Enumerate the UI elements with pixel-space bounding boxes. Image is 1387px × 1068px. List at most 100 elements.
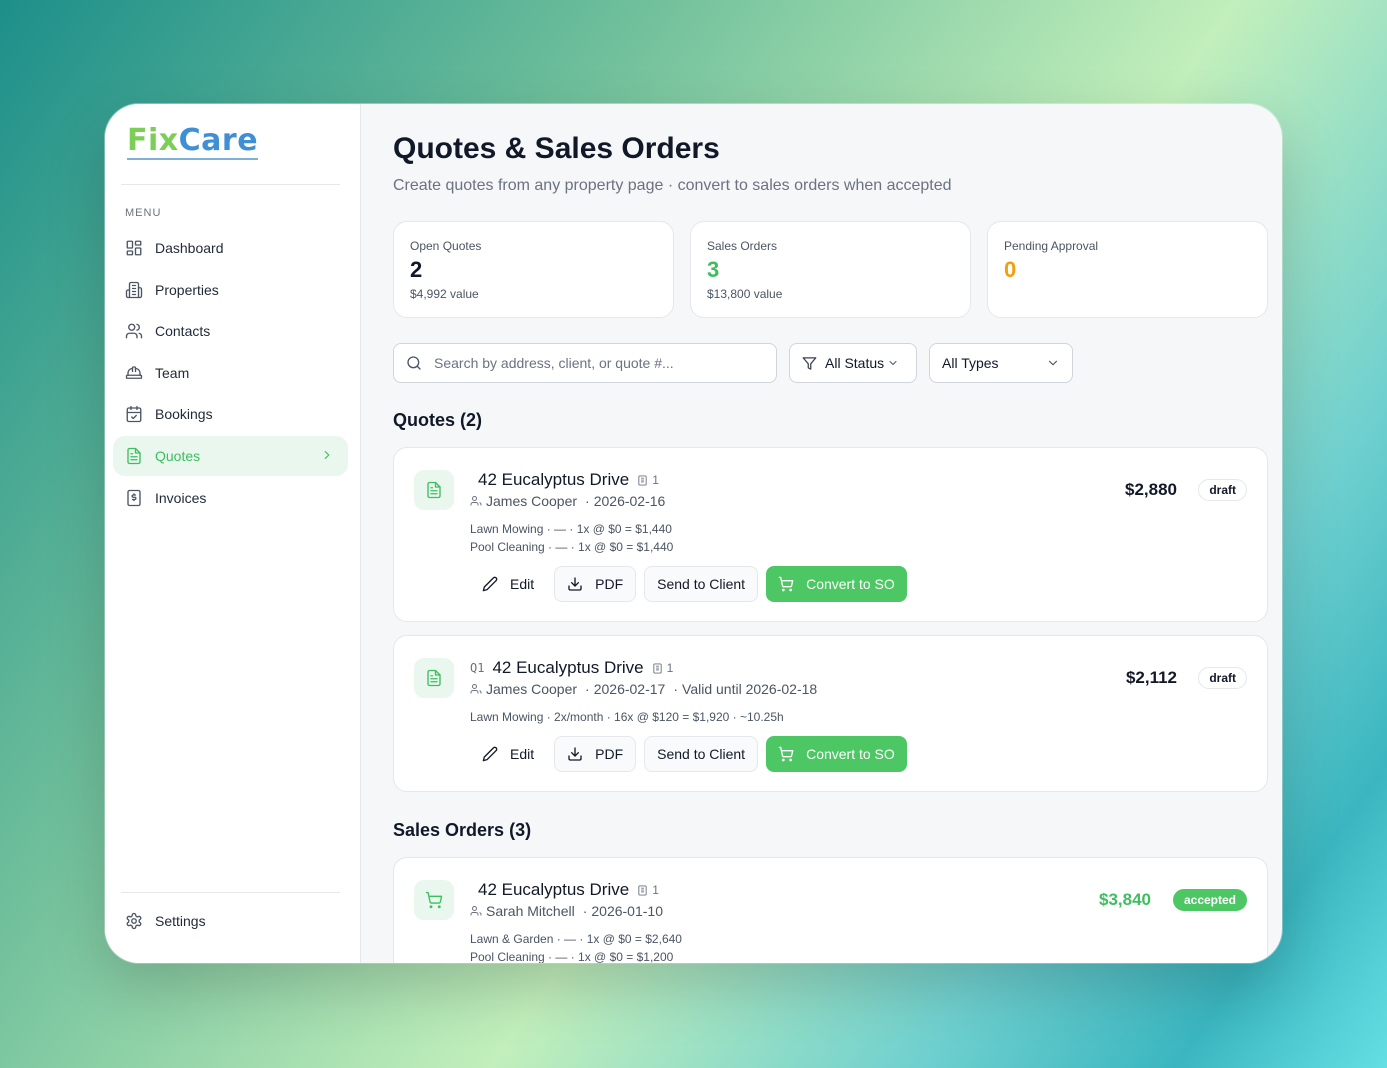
sidebar-item-label: Contacts xyxy=(155,323,211,340)
sidebar-item-quotes[interactable]: Quotes xyxy=(113,435,348,476)
client-name: Sarah Mitchell xyxy=(486,903,575,919)
filter-icon xyxy=(802,356,817,371)
cart-icon xyxy=(778,746,794,762)
quote-date: 2026-02-17 xyxy=(593,681,666,697)
file-icon xyxy=(125,447,143,465)
sidebar-item-bookings[interactable]: Bookings xyxy=(113,394,348,434)
convert-to-so-button[interactable]: Convert to SO xyxy=(766,566,907,602)
send-to-client-button[interactable]: Send to Client xyxy=(644,566,759,602)
chevron-right-icon xyxy=(320,448,334,462)
users-icon xyxy=(470,495,482,507)
type-filter-value: All Types xyxy=(942,355,999,371)
sales-orders-section-title: Sales Orders (3) xyxy=(393,820,532,840)
file-icon xyxy=(414,658,454,698)
sidebar-item-contacts[interactable]: Contacts xyxy=(113,311,348,351)
sidebar-item-label: Invoices xyxy=(155,489,207,506)
users-icon xyxy=(125,322,143,340)
stat-card-sales-orders: Sales Orders 3 $13,800 value xyxy=(690,221,971,318)
receipt-icon xyxy=(125,489,143,507)
quote-card[interactable]: Q1 42 Eucalyptus Drive 1 James Cooper · … xyxy=(393,635,1268,792)
meta-separator: · xyxy=(585,681,590,697)
status-badge: draft xyxy=(1198,667,1247,689)
download-icon xyxy=(567,746,583,762)
logo-part-care: Care xyxy=(178,123,259,158)
dashboard-icon xyxy=(125,239,143,257)
logo-part-fix: Fix xyxy=(127,123,179,158)
sidebar-item-invoices[interactable]: Invoices xyxy=(113,478,348,518)
quote-card[interactable]: 42 Eucalyptus Drive 1 James Cooper · 202… xyxy=(393,447,1268,622)
line-item: Lawn Mowing · — · 1x @ $0 = $1,440 xyxy=(470,522,672,536)
client-name: James Cooper xyxy=(486,681,578,697)
sidebar-item-label: Dashboard xyxy=(155,240,224,256)
building-icon xyxy=(637,884,648,896)
quote-actions: Edit PDF Send to Client Convert to SO xyxy=(470,566,915,602)
status-filter-value: All Status xyxy=(825,355,885,371)
order-address[interactable]: 42 Eucalyptus Drive xyxy=(478,880,629,900)
sidebar: FixCare MENU Dashboard Properties Contac… xyxy=(105,104,361,963)
quote-address[interactable]: 42 Eucalyptus Drive xyxy=(492,658,643,678)
button-label: Send to Client xyxy=(657,576,746,592)
stat-label: Pending Approval xyxy=(1004,239,1099,253)
sidebar-item-label: Bookings xyxy=(155,406,213,423)
pdf-button[interactable]: PDF xyxy=(554,566,637,602)
sidebar-item-team[interactable]: Team xyxy=(113,353,348,393)
pdf-button[interactable]: PDF xyxy=(554,736,637,772)
meta-separator: · xyxy=(585,493,590,509)
stat-value: 2 xyxy=(410,257,423,282)
valid-until: Valid until 2026-02-18 xyxy=(682,681,818,697)
quote-header: Q1 42 Eucalyptus Drive 1 xyxy=(470,658,673,678)
sidebar-item-label: Properties xyxy=(155,281,219,298)
quote-amount: $2,112 xyxy=(1125,668,1177,687)
logo[interactable]: FixCare xyxy=(127,123,259,160)
building-icon xyxy=(652,662,663,674)
line-items: Lawn Mowing · 2x/month · 16x @ $120 = $1… xyxy=(470,708,784,726)
sidebar-divider xyxy=(121,892,340,893)
quotes-section-title: Quotes (2) xyxy=(393,410,483,430)
quote-amount: $2,880 xyxy=(1125,480,1177,499)
sales-order-card[interactable]: 42 Eucalyptus Drive 1 Sarah Mitchell · 2… xyxy=(393,857,1268,963)
page-subtitle: Create quotes from any property page · c… xyxy=(393,177,952,194)
sidebar-item-label: Team xyxy=(155,364,190,381)
send-to-client-button[interactable]: Send to Client xyxy=(644,736,759,772)
quote-meta: James Cooper · 2026-02-16 xyxy=(470,493,665,509)
order-date: 2026-01-10 xyxy=(591,903,663,919)
stat-value: 3 xyxy=(707,257,720,282)
unit-count-value: 1 xyxy=(652,883,659,897)
unit-count: 1 xyxy=(637,473,659,487)
building-icon xyxy=(125,281,143,299)
stat-label: Open Quotes xyxy=(410,239,482,253)
line-items: Lawn Mowing · — · 1x @ $0 = $1,440 Pool … xyxy=(470,520,673,556)
quote-address[interactable]: 42 Eucalyptus Drive xyxy=(478,470,629,490)
line-item: Lawn & Garden · — · 1x @ $0 = $2,640 xyxy=(470,932,682,946)
sidebar-item-dashboard[interactable]: Dashboard xyxy=(113,228,348,268)
search-input[interactable] xyxy=(434,355,754,371)
stat-value: 0 xyxy=(1004,257,1017,282)
status-filter-select[interactable]: All Status xyxy=(789,343,917,383)
users-icon xyxy=(470,683,482,695)
page-title: Quotes & Sales Orders xyxy=(393,132,720,165)
button-label: Send to Client xyxy=(657,746,746,762)
edit-button[interactable]: Edit xyxy=(470,736,546,772)
edit-button[interactable]: Edit xyxy=(470,566,546,602)
pencil-icon xyxy=(482,576,498,592)
status-badge: accepted xyxy=(1172,889,1247,911)
chevron-down-icon xyxy=(1046,356,1060,370)
unit-count-value: 1 xyxy=(666,661,674,675)
sidebar-divider xyxy=(121,184,340,185)
sidebar-item-properties[interactable]: Properties xyxy=(113,270,348,310)
gear-icon xyxy=(125,912,143,930)
button-label: Edit xyxy=(510,746,535,762)
meta-separator: · xyxy=(582,903,588,919)
search-box xyxy=(393,343,777,383)
sidebar-item-settings[interactable]: Settings xyxy=(125,912,206,930)
quote-date: 2026-02-16 xyxy=(593,493,666,509)
unit-count: 1 xyxy=(652,661,674,675)
stat-sub: $4,992 value xyxy=(410,287,479,301)
type-filter-select[interactable]: All Types xyxy=(929,343,1073,383)
app-window: FixCare MENU Dashboard Properties Contac… xyxy=(105,104,1282,963)
menu-label: MENU xyxy=(125,207,162,219)
meta-separator: · xyxy=(673,681,679,697)
quote-meta: James Cooper · 2026-02-17 · Valid until … xyxy=(470,681,817,697)
convert-to-so-button[interactable]: Convert to SO xyxy=(766,736,907,772)
client-name: James Cooper xyxy=(486,493,578,509)
